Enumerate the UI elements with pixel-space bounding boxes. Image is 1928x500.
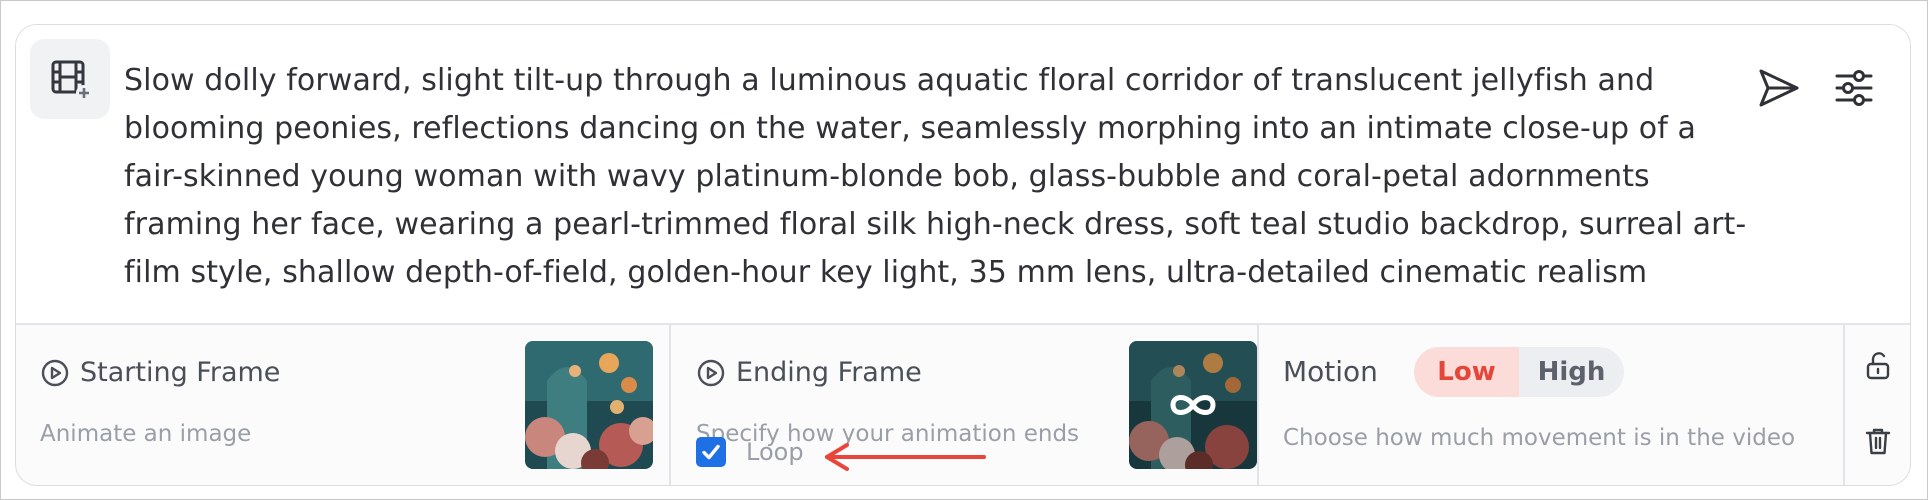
arrow-left-icon [825,443,986,471]
loop-option[interactable]: Loop [696,437,804,467]
sliders-icon [1835,70,1873,106]
unlock-icon [1866,352,1890,380]
film-add-icon[interactable] [30,39,110,119]
starting-frame-panel: Starting Frame Animate an image [16,325,669,485]
prompt-area: Slow dolly forward, slight tilt-up throu… [16,25,1910,323]
play-circle-icon [40,358,70,388]
loop-label: Loop [746,438,804,466]
ending-frame-thumbnail[interactable] [1129,341,1257,469]
motion-panel: Motion Low High Choose how much movement… [1259,325,1843,485]
send-button[interactable] [1749,58,1809,118]
starting-frame-subtitle: Animate an image [40,421,252,447]
send-icon [1759,69,1799,107]
motion-high-option[interactable]: High [1519,347,1624,397]
delete-button[interactable] [1861,424,1895,458]
ending-frame-panel: Ending Frame Specify how your animation … [671,325,1257,485]
infinity-icon [1170,395,1216,415]
motion-toggle: Low High [1414,347,1624,397]
motion-title: Motion [1283,355,1378,388]
loop-checkbox[interactable] [696,437,726,467]
unlock-button[interactable] [1861,349,1895,383]
motion-subtitle: Choose how much movement is in the video [1283,425,1796,451]
ending-frame-title: Ending Frame [696,357,922,388]
checkmark-icon [702,444,720,460]
starting-frame-thumbnail[interactable] [525,341,653,469]
starting-frame-label: Starting Frame [80,357,281,388]
trash-icon [1865,428,1891,455]
prompt-text[interactable]: Slow dolly forward, slight tilt-up throu… [124,57,1759,297]
ending-frame-label: Ending Frame [736,357,922,388]
video-generation-card: Slow dolly forward, slight tilt-up throu… [15,24,1911,486]
starting-frame-title: Starting Frame [40,357,280,388]
frame-actions [1845,325,1910,485]
motion-low-option[interactable]: Low [1414,347,1519,397]
settings-button[interactable] [1824,58,1884,118]
play-circle-icon [696,358,726,388]
